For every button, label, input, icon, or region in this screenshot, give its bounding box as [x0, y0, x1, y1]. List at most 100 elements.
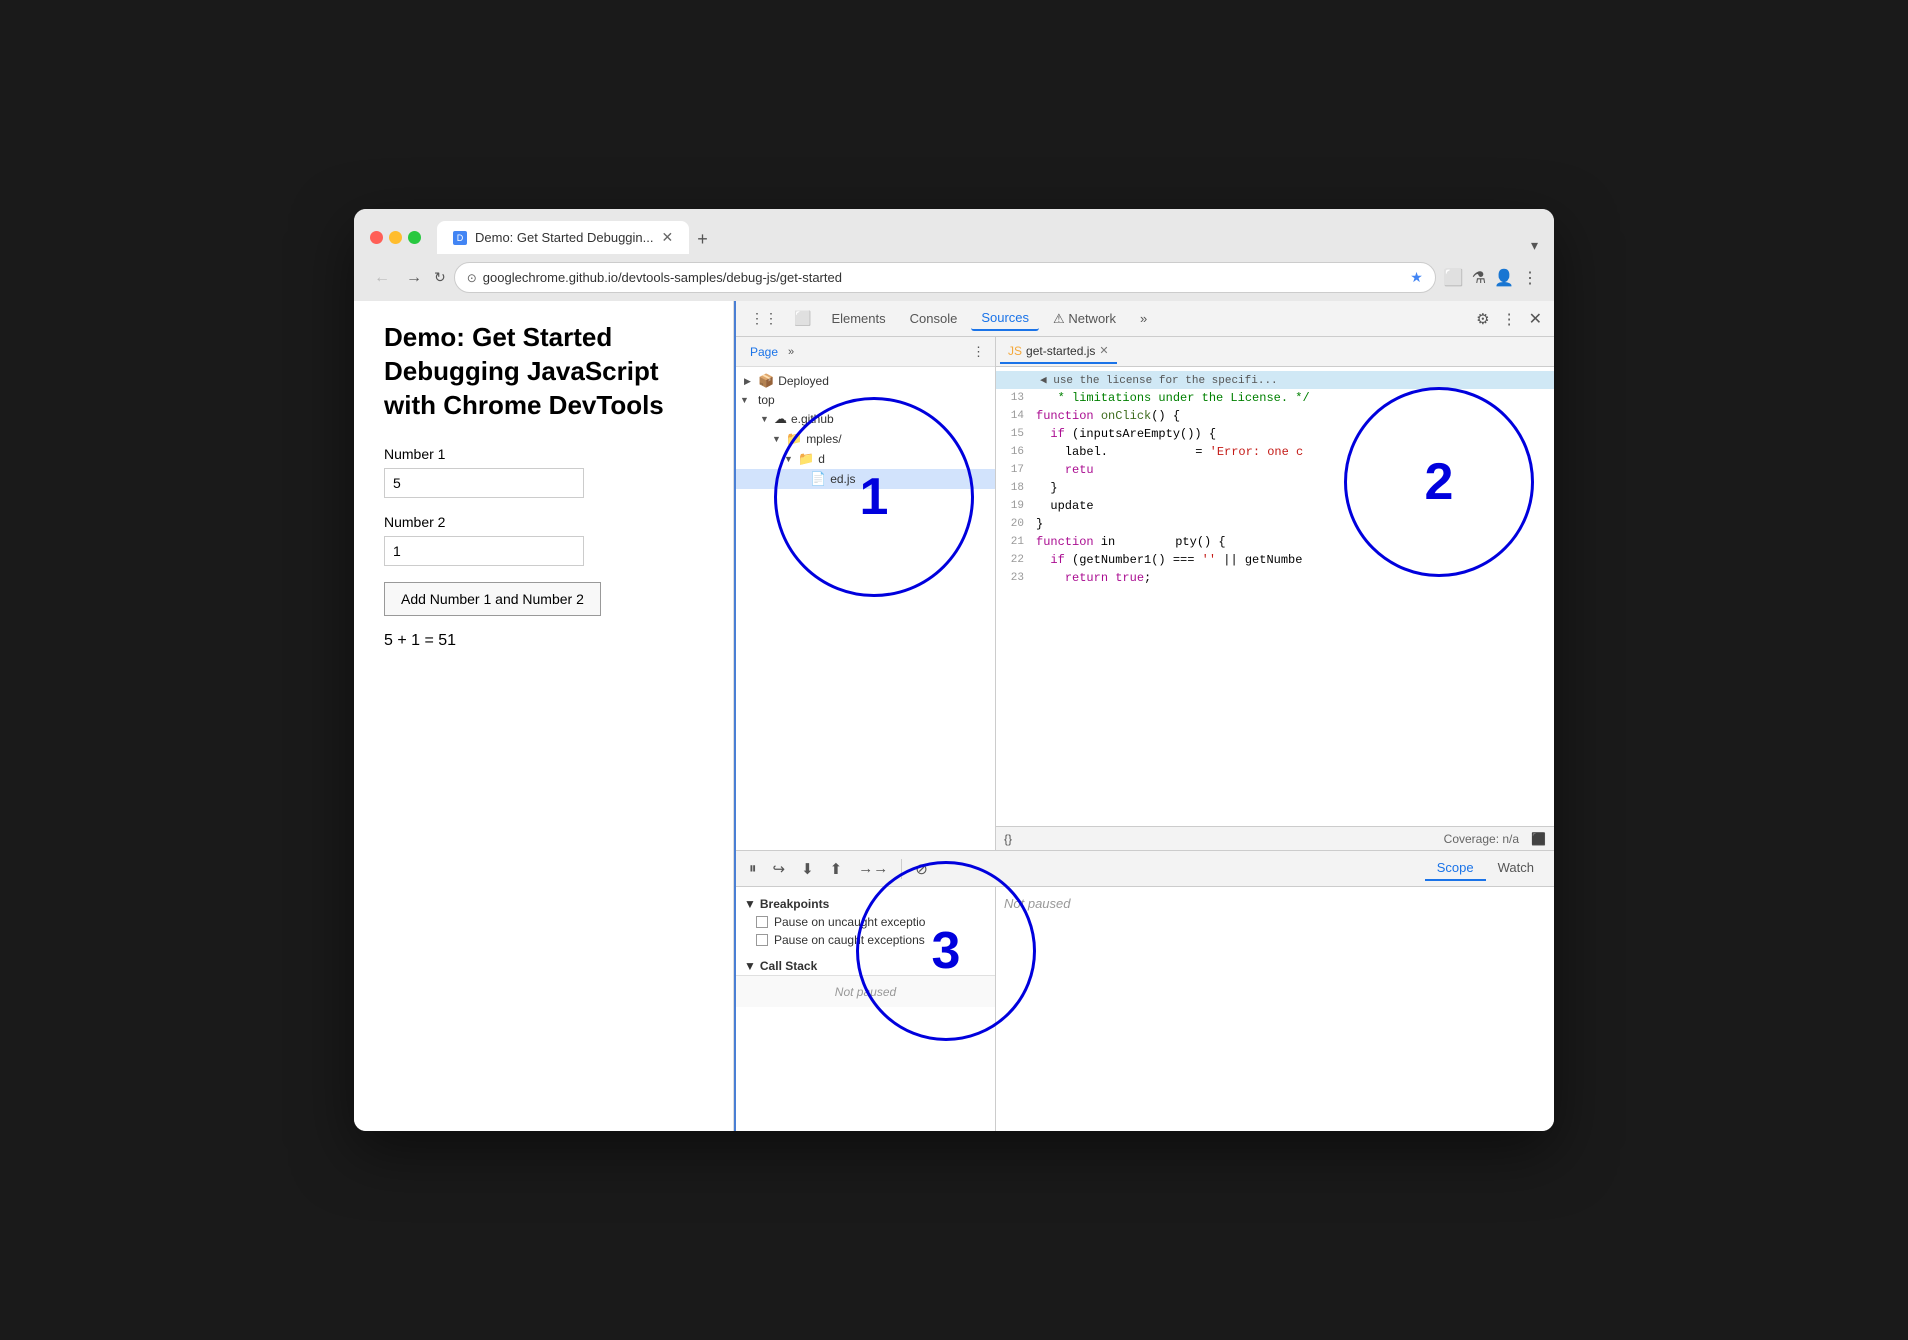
folder-d-icon: 📁 — [798, 451, 814, 467]
tree-item-ed-js[interactable]: ▶ 📄 ed.js — [736, 469, 995, 489]
number2-label: Number 2 — [384, 514, 703, 530]
checkbox-uncaught[interactable] — [756, 916, 768, 928]
code-scroll-hint: ◀ use the license for the specifi... — [996, 371, 1554, 389]
tree-arrow-top: ▼ — [740, 395, 750, 405]
profile-icon[interactable]: 👤 — [1494, 268, 1514, 288]
forward-button[interactable]: → — [402, 267, 426, 289]
step-into-button[interactable]: ⬇ — [796, 857, 819, 881]
more-options-button[interactable]: ⋮ — [1498, 306, 1521, 332]
traffic-lights — [370, 231, 421, 244]
main-content: Demo: Get Started Debugging JavaScript w… — [354, 301, 1554, 1131]
callstack-header[interactable]: ▼ Call Stack — [736, 957, 995, 975]
code-line-18: 18 } — [996, 481, 1554, 499]
code-line-23: 23 return true; — [996, 571, 1554, 589]
callstack-section: ▼ Call Stack — [736, 957, 995, 975]
close-button[interactable] — [370, 231, 383, 244]
step-button[interactable]: →→ — [853, 857, 893, 880]
extensions-icon[interactable]: ⬜ — [1444, 268, 1464, 288]
tree-item-mples[interactable]: ▼ 📁 mples/ — [736, 429, 995, 449]
breakpoints-header[interactable]: ▼ Breakpoints — [736, 895, 995, 913]
labs-icon[interactable]: ⚗ — [1472, 268, 1486, 288]
page-title: Demo: Get Started Debugging JavaScript w… — [384, 321, 703, 422]
file-tree: ▶ 📦 Deployed ▼ top ▼ ☁ e.gi — [736, 367, 995, 850]
tree-arrow-deployed: ▶ — [744, 376, 754, 387]
tab-more[interactable]: » — [1130, 307, 1157, 330]
pretty-print-button[interactable]: {} — [1004, 832, 1012, 846]
deployed-label: Deployed — [778, 374, 829, 388]
browser-actions: ⬜ ⚗ 👤 ⋮ — [1444, 268, 1538, 288]
debugger-tabs: Scope Watch — [1425, 856, 1546, 881]
callstack-arrow: ▼ — [744, 959, 756, 973]
file-tree-panel: Page » ⋮ ▶ 📦 Deployed — [736, 337, 996, 850]
breakpoint-caught[interactable]: Pause on caught exceptions — [736, 931, 995, 949]
code-tab-close-icon[interactable]: ✕ — [1099, 344, 1108, 357]
github-label: e.github — [791, 412, 834, 426]
deployed-icon: 📦 — [758, 373, 774, 389]
tab-elements[interactable]: Elements — [821, 307, 895, 330]
tab-favicon: D — [453, 231, 467, 245]
tab-dropdown-icon[interactable]: ▾ — [1531, 237, 1538, 254]
checkbox-caught[interactable] — [756, 934, 768, 946]
active-tab[interactable]: D Demo: Get Started Debuggin... ✕ — [437, 221, 689, 254]
webpage-panel: Demo: Get Started Debugging JavaScript w… — [354, 301, 734, 1131]
menu-icon[interactable]: ⋮ — [1522, 268, 1538, 288]
file-tree-header: Page » ⋮ — [736, 337, 995, 367]
tab-title: Demo: Get Started Debuggin... — [475, 230, 653, 245]
tab-sources[interactable]: Sources — [971, 306, 1039, 331]
coverage-icon[interactable]: ⬛ — [1531, 832, 1546, 846]
panel-tab-more[interactable]: » — [784, 344, 798, 360]
step-over-button[interactable]: ↪ — [768, 857, 791, 881]
code-line-19: 19 update — [996, 499, 1554, 517]
tree-item-deployed[interactable]: ▶ 📦 Deployed — [736, 371, 995, 391]
devtools-panel: ⋮⋮ ⬜ Elements Console Sources ⚠ Network … — [734, 301, 1554, 1131]
caught-label: Pause on caught exceptions — [774, 933, 925, 947]
url-bar[interactable]: ⊙ googlechrome.github.io/devtools-sample… — [454, 262, 1436, 293]
settings-button[interactable]: ⚙ — [1472, 306, 1493, 332]
number1-label: Number 1 — [384, 446, 703, 462]
code-tab-get-started[interactable]: JS get-started.js ✕ — [1000, 340, 1117, 364]
watch-tab[interactable]: Watch — [1486, 856, 1546, 881]
tree-item-github[interactable]: ▼ ☁ e.github — [736, 409, 995, 429]
not-paused-label: Not paused — [1004, 896, 1071, 911]
panel-menu-button[interactable]: ⋮ — [970, 342, 987, 362]
number1-input[interactable] — [384, 468, 584, 498]
result-text: 5 + 1 = 51 — [384, 632, 703, 650]
number2-input[interactable] — [384, 536, 584, 566]
ed-js-label: ed.js — [830, 472, 855, 486]
deactivate-breakpoints-button[interactable]: ⊘ — [910, 857, 933, 881]
tab-close-icon[interactable]: ✕ — [661, 229, 673, 246]
devtools-close-button[interactable]: ✕ — [1525, 305, 1546, 333]
add-button[interactable]: Add Number 1 and Number 2 — [384, 582, 601, 616]
step-out-button[interactable]: ⬆ — [825, 857, 848, 881]
pause-button[interactable]: ⏸ — [744, 857, 762, 880]
devtools-toolbar: ⋮⋮ ⬜ Elements Console Sources ⚠ Network … — [736, 301, 1554, 337]
tab-network[interactable]: ⚠ Network — [1043, 307, 1126, 331]
maximize-button[interactable] — [408, 231, 421, 244]
cloud-icon: ☁ — [774, 411, 787, 427]
code-line-17: 17 retu — [996, 463, 1554, 481]
device-mode-icon[interactable]: ⬜ — [788, 306, 817, 331]
devtools-top-pane: Page » ⋮ ▶ 📦 Deployed — [736, 337, 1554, 851]
reload-button[interactable]: ↻ — [434, 269, 446, 286]
tree-item-d[interactable]: ▼ 📁 d — [736, 449, 995, 469]
top-label: top — [754, 393, 775, 407]
debugger-divider — [901, 859, 902, 879]
inspect-icon[interactable]: ⋮⋮ — [744, 306, 784, 331]
code-content: ◀ use the license for the specifi... 13 … — [996, 367, 1554, 826]
tab-console[interactable]: Console — [900, 307, 968, 330]
breakpoint-uncaught[interactable]: Pause on uncaught exceptio — [736, 913, 995, 931]
code-line-16: 16 label. = 'Error: one c — [996, 445, 1554, 463]
js-file-icon: 📄 — [810, 471, 826, 487]
new-tab-button[interactable]: + — [689, 225, 716, 254]
address-bar: ← → ↻ ⊙ googlechrome.github.io/devtools-… — [354, 254, 1554, 301]
scope-tab[interactable]: Scope — [1425, 856, 1486, 881]
tree-item-top[interactable]: ▼ top — [736, 391, 995, 409]
code-line-21: 21 function inpty() { — [996, 535, 1554, 553]
breakpoints-label: Breakpoints — [760, 897, 829, 911]
minimize-button[interactable] — [389, 231, 402, 244]
code-panel: JS get-started.js ✕ ◀ use the license fo… — [996, 337, 1554, 850]
back-button[interactable]: ← — [370, 267, 394, 289]
devtools-body: Page » ⋮ ▶ 📦 Deployed — [736, 337, 1554, 1131]
page-tab[interactable]: Page — [744, 343, 784, 361]
bookmark-icon[interactable]: ★ — [1410, 269, 1423, 286]
